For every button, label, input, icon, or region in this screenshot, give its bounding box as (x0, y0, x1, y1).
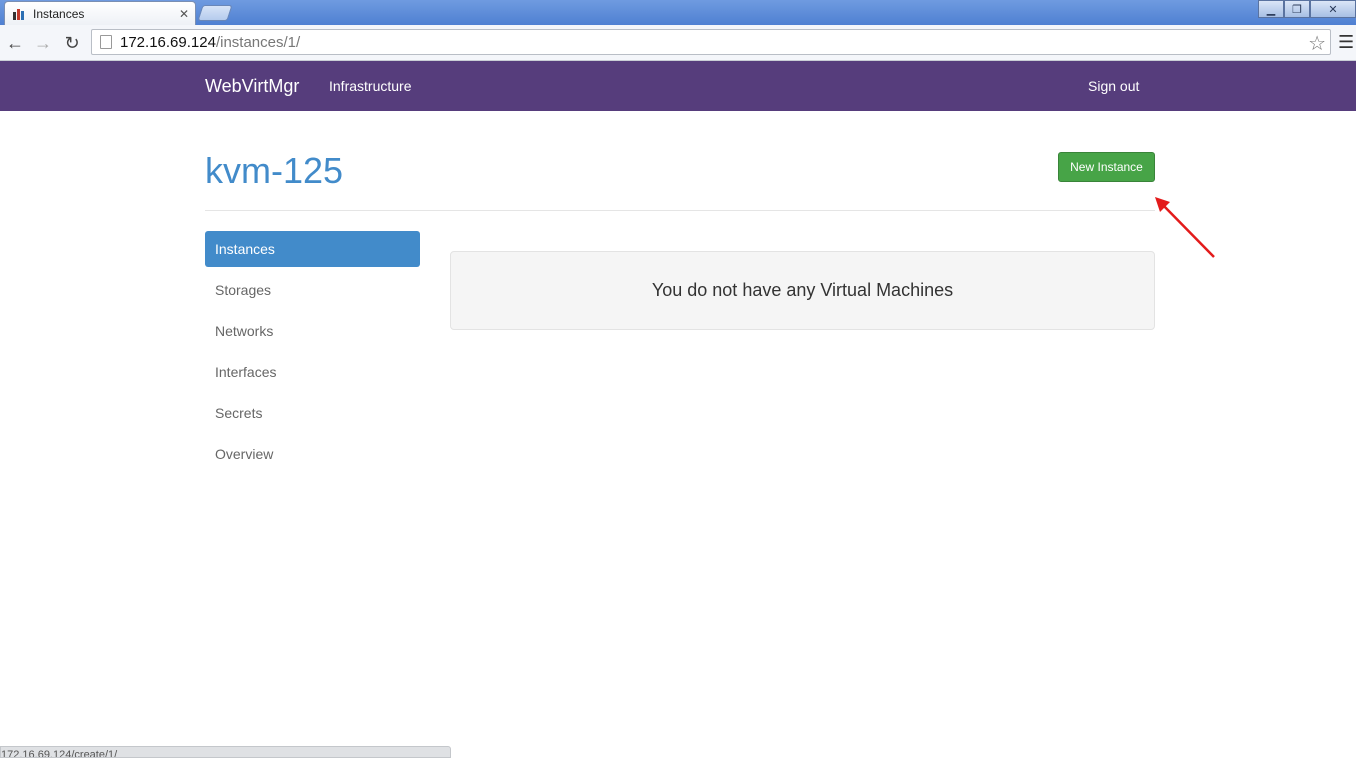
url-host: 172.16.69.124 (120, 33, 216, 51)
browser-tabstrip: Instances ✕ ▁ ❐ ✕ (0, 0, 1356, 25)
minimize-icon[interactable]: ▁ (1258, 0, 1284, 18)
reload-icon[interactable]: ↻ (61, 32, 83, 54)
browser-status-bar: 172.16.69.124/create/1/ (0, 746, 451, 758)
tab-close-icon[interactable]: ✕ (179, 7, 189, 21)
new-instance-button[interactable]: New Instance (1058, 152, 1155, 182)
empty-state-panel: You do not have any Virtual Machines (450, 251, 1155, 330)
bookmark-star-icon[interactable]: ☆ (1308, 31, 1326, 56)
address-bar[interactable]: 172.16.69.124 /instances/1/ ☆ (91, 29, 1331, 55)
sidebar-item-overview[interactable]: Overview (205, 436, 420, 472)
sidebar-item-storages[interactable]: Storages (205, 272, 420, 308)
nav-infrastructure[interactable]: Infrastructure (329, 78, 411, 94)
page-icon (100, 35, 112, 49)
maximize-icon[interactable]: ❐ (1284, 0, 1310, 18)
browser-toolbar: ← → ↻ 172.16.69.124 /instances/1/ ☆ ☰ (0, 25, 1356, 61)
tab-title: Instances (33, 6, 85, 21)
forward-icon[interactable]: → (32, 32, 54, 54)
page-title: kvm-125 (205, 150, 344, 191)
sidebar-item-secrets[interactable]: Secrets (205, 395, 420, 431)
sidebar-item-instances[interactable]: Instances (205, 231, 420, 267)
close-window-icon[interactable]: ✕ (1310, 0, 1356, 18)
site-navbar: WebVirtMgr Infrastructure Sign out (0, 61, 1356, 111)
window-controls: ▁ ❐ ✕ (1258, 0, 1356, 18)
brand-link[interactable]: WebVirtMgr (205, 76, 299, 97)
sidebar-item-networks[interactable]: Networks (205, 313, 420, 349)
header-divider (205, 210, 1155, 211)
browser-menu-icon[interactable]: ☰ (1338, 32, 1354, 53)
url-path: /instances/1/ (215, 33, 301, 51)
back-icon[interactable]: ← (4, 32, 26, 54)
browser-tab[interactable]: Instances ✕ (4, 1, 196, 25)
sign-out-link[interactable]: Sign out (1088, 78, 1139, 94)
annotation-arrow-icon (1155, 197, 1215, 258)
sidebar-item-interfaces[interactable]: Interfaces (205, 354, 420, 390)
app-favicon-icon (13, 8, 24, 20)
sidebar-nav: Instances Storages Networks Interfaces S… (205, 231, 420, 477)
empty-state-message: You do not have any Virtual Machines (651, 280, 954, 300)
new-tab-button[interactable] (197, 5, 233, 21)
status-url: 172.16.69.124/create/1/ (1, 749, 118, 758)
